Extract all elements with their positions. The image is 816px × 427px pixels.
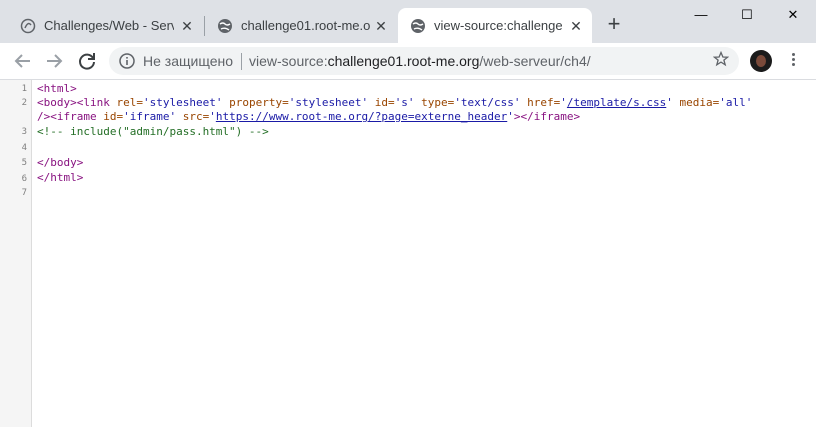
source-attr: property= (222, 96, 289, 109)
line-number: 6 (21, 174, 27, 184)
view-source-content: 1 2 3 4 5 6 7 <html> <body><link rel='st… (0, 80, 816, 427)
source-line-6: </html> (37, 171, 83, 185)
tab-title: challenge01.root-me.org (241, 18, 371, 33)
forward-icon[interactable] (42, 49, 66, 73)
line-number: 2 (21, 98, 27, 108)
tab-strip: Challenges/Web - Serve ✕ challenge01.roo… (0, 0, 816, 43)
source-tag: <html> (37, 82, 77, 95)
source-attr: type= (414, 96, 455, 109)
globe-icon (411, 19, 425, 33)
close-tab-icon[interactable]: ✕ (372, 17, 390, 35)
toolbar: Не защищено view-source:challenge01.root… (0, 43, 816, 80)
security-status[interactable]: Не защищено (143, 53, 233, 69)
close-tab-icon[interactable]: ✕ (567, 17, 585, 35)
source-value: 'stylesheet' (288, 96, 369, 109)
profile-avatar[interactable] (750, 50, 772, 72)
menu-icon[interactable] (786, 51, 800, 71)
rootme-icon (20, 18, 36, 34)
source-tag: </body> (37, 156, 84, 169)
line-number: 5 (21, 158, 27, 168)
minimize-button[interactable]: — (678, 0, 724, 30)
line-number: 7 (21, 188, 27, 198)
source-attr: src= (176, 110, 210, 123)
tab-title: Challenges/Web - Serve (44, 18, 174, 33)
back-icon[interactable] (11, 49, 35, 73)
source-value: 'iframe' (123, 110, 177, 123)
tab-title: view-source:challenge01 (434, 18, 562, 33)
source-line-2: <body><link rel='stylesheet' property='s… (37, 96, 752, 110)
source-line-1: <html> (37, 82, 77, 96)
line-number: 3 (21, 127, 27, 137)
source-tag: <body><link (37, 96, 117, 109)
tab-view-source[interactable]: view-source:challenge01 ✕ (398, 8, 592, 43)
reload-icon[interactable] (75, 49, 99, 73)
source-line-2-wrap: /><iframe id='iframe' src='https://www.r… (37, 110, 580, 124)
url-prefix: view-source: (249, 53, 328, 69)
bookmark-star-icon[interactable] (713, 51, 729, 67)
source-comment: <!-- include("admin/pass.html") --> (37, 125, 269, 138)
source-line-3: <!-- include("admin/pass.html") --> (37, 125, 269, 139)
source-attr: id= (103, 110, 124, 123)
tab-challenge01[interactable]: challenge01.root-me.org ✕ (205, 8, 397, 43)
source-value: ' (560, 96, 567, 109)
source-attr: rel= (116, 96, 143, 109)
source-attr: media= (672, 96, 720, 109)
close-tab-icon[interactable]: ✕ (178, 17, 196, 35)
source-attr: href= (520, 96, 561, 109)
source-line-5: </body> (37, 156, 83, 170)
info-icon[interactable] (119, 53, 135, 69)
iframe-src-link[interactable]: https://www.root-me.org/?page=externe_he… (216, 110, 507, 123)
omnibox-divider (241, 53, 242, 70)
source-value: 'stylesheet' (142, 96, 223, 109)
url-text[interactable]: view-source:challenge01.root-me.org/web-… (249, 53, 591, 69)
source-value: 'all' (719, 96, 753, 109)
source-value: ' (507, 110, 514, 123)
source-value: ' (209, 110, 216, 123)
url-host: challenge01.root-me.org (327, 53, 480, 69)
url-path: /web-serveur/ch4/ (479, 53, 591, 69)
line-number-gutter: 1 2 3 4 5 6 7 (0, 80, 32, 427)
stylesheet-link[interactable]: /template/s.css (567, 96, 666, 109)
line-number: 1 (21, 84, 27, 94)
source-value: 's' (394, 96, 415, 109)
line-number: 4 (21, 143, 27, 153)
globe-icon (218, 19, 232, 33)
source-value: 'text/css' (454, 96, 521, 109)
source-value: ' (666, 96, 673, 109)
source-tag: ></iframe> (513, 110, 581, 123)
tab-challenges[interactable]: Challenges/Web - Serve ✕ (8, 8, 203, 43)
maximize-button[interactable]: ☐ (724, 0, 770, 30)
new-tab-button[interactable]: + (603, 13, 625, 35)
close-window-button[interactable]: ✕ (770, 0, 816, 30)
source-tag: /><iframe (37, 110, 104, 123)
source-attr: id= (368, 96, 395, 109)
address-bar[interactable]: Не защищено view-source:challenge01.root… (109, 47, 739, 75)
source-tag: </html> (37, 171, 84, 184)
